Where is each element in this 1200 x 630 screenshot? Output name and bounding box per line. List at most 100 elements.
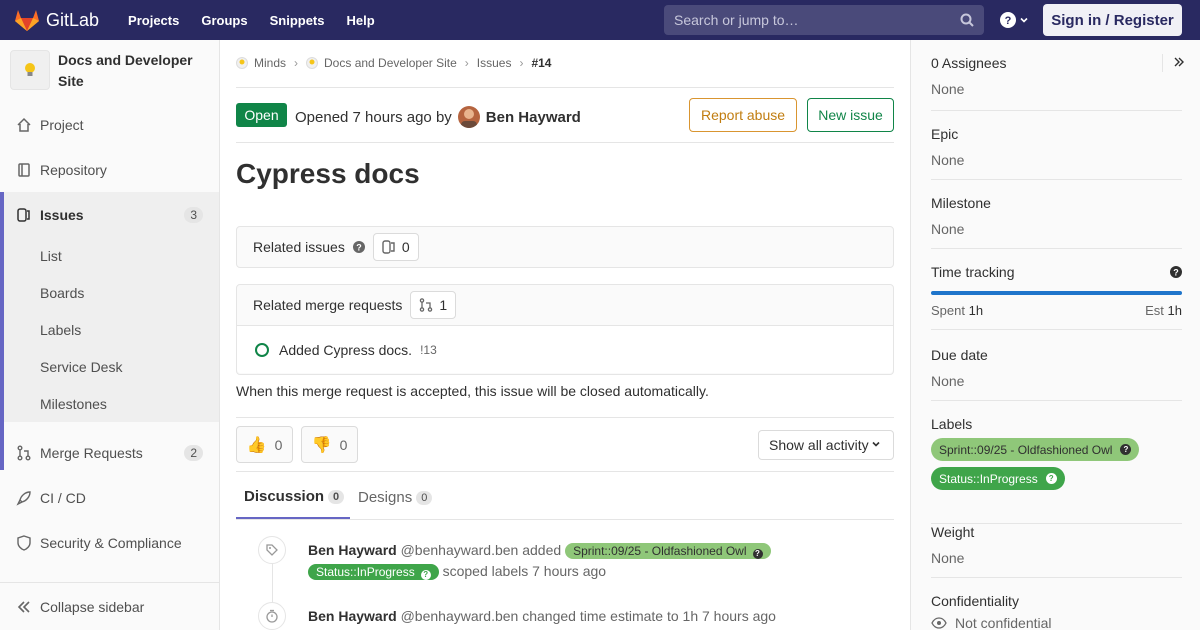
note-handle[interactable]: @benhayward.ben [401, 608, 519, 624]
eye-icon [931, 617, 947, 629]
related-mr-row[interactable]: Added Cypress docs. !13 [237, 325, 893, 373]
left-sidebar: Docs and Developer Site Project Reposito… [0, 40, 220, 630]
sidebar-item-project[interactable]: Project [0, 102, 219, 147]
breadcrumb-minds[interactable]: Minds [254, 56, 286, 70]
avatar[interactable] [457, 106, 480, 128]
sidebar-sub-milestones[interactable]: Milestones [4, 385, 219, 422]
system-note: Ben Hayward @benhayward.ben added Sprint… [308, 540, 868, 582]
est-value: 1h [1167, 303, 1182, 318]
new-issue-button[interactable]: New issue [807, 98, 894, 132]
activity-filter-dropdown[interactable]: Show all activity [758, 430, 894, 460]
nav-snippets[interactable]: Snippets [270, 13, 325, 28]
spent-value: 1h [968, 303, 984, 318]
note-author[interactable]: Ben Hayward [308, 542, 397, 558]
thumbs-down-icon: 👎 [311, 436, 332, 454]
search-icon [960, 13, 974, 27]
chevron-down-icon [872, 441, 880, 447]
svg-text:?: ? [1173, 268, 1179, 278]
sidebar-item-issues[interactable]: Issues 3 [0, 192, 219, 237]
related-mr-header: Related merge requests 1 [237, 285, 893, 325]
note-text: changed time estimate to 1h 7 hours ago [522, 608, 776, 624]
thumbs-up-button[interactable]: 👍 0 [236, 426, 293, 463]
divider [236, 142, 894, 143]
labels-title: Labels [931, 416, 973, 432]
sidebar-item-label: Repository [40, 161, 107, 178]
gitlab-logo-icon [15, 10, 39, 31]
sidebar-sub-list[interactable]: List [4, 237, 219, 274]
sidebar-sub-labels[interactable]: Labels [4, 311, 219, 348]
help-dropdown[interactable]: ? [1000, 12, 1029, 28]
note-handle[interactable]: @benhayward.ben [401, 542, 519, 558]
sidebar-item-security[interactable]: Security & Compliance [0, 520, 219, 565]
related-mr-count-pill: 1 [410, 291, 457, 319]
merge-request-icon [420, 298, 433, 312]
author-link[interactable]: Ben Hayward [486, 109, 581, 126]
breadcrumb-issue-id[interactable]: #14 [531, 56, 551, 70]
due-date-value: None [931, 373, 965, 389]
sidebar-label[interactable]: Status::InProgress ? [931, 467, 1065, 490]
gitlab-logo-link[interactable]: GitLab [14, 8, 99, 32]
weight-block: Weight None [931, 524, 1182, 578]
collapse-sidebar-button[interactable]: Collapse sidebar [0, 582, 219, 630]
book-icon [16, 162, 32, 178]
activity-filter-label: Show all activity [769, 437, 869, 453]
nav-groups[interactable]: Groups [201, 13, 247, 28]
milestone-block: Milestone None [931, 195, 1182, 249]
tab-label: Designs [358, 489, 413, 506]
project-header[interactable]: Docs and Developer Site [0, 40, 219, 102]
time-tracking-title: Time tracking [931, 264, 1015, 280]
question-icon: ? [420, 570, 431, 580]
report-abuse-button[interactable]: Report abuse [689, 98, 797, 132]
rocket-icon [16, 490, 32, 506]
nav-projects[interactable]: Projects [128, 13, 179, 28]
sidebar-item-label: Issues [40, 206, 84, 223]
confidentiality-value: Not confidential [955, 615, 1052, 630]
auto-close-notice: When this merge request is accepted, thi… [236, 383, 709, 399]
divider [236, 417, 894, 418]
scoped-label[interactable]: Sprint::09/25 - Oldfashioned Owl? [565, 543, 771, 559]
note-tail: scoped labels 7 hours ago [442, 563, 607, 579]
sidebar-label[interactable]: Sprint::09/25 - Oldfashioned Owl ? [931, 438, 1140, 461]
est-label: Est [1145, 303, 1164, 318]
question-icon[interactable]: ? [352, 241, 365, 253]
tab-designs[interactable]: Designs 0 [358, 476, 433, 519]
mr-reference: !13 [420, 342, 437, 357]
home-icon [16, 117, 32, 133]
assignees-title: 0 Assignees [931, 55, 1007, 71]
tab-discussion[interactable]: Discussion 0 [236, 476, 350, 519]
sidebar-sub-service-desk[interactable]: Service Desk [4, 348, 219, 385]
system-note: Ben Hayward @benhayward.ben changed time… [308, 606, 776, 627]
question-icon[interactable]: ? [1170, 266, 1182, 278]
sidebar-item-repository[interactable]: Repository [0, 147, 219, 192]
scoped-label[interactable]: Status::InProgress? [308, 564, 439, 580]
sidebar-item-merge-requests[interactable]: Merge Requests 2 [0, 430, 219, 475]
breadcrumb-issues[interactable]: Issues [477, 56, 512, 70]
milestone-value: None [931, 221, 965, 237]
tag-icon [258, 536, 286, 564]
thumbs-down-count: 0 [339, 436, 348, 453]
nav-help[interactable]: Help [347, 13, 375, 28]
merge-requests-count-badge: 2 [184, 444, 203, 461]
sidebar-item-ci-cd[interactable]: CI / CD [0, 475, 219, 520]
mr-title[interactable]: Added Cypress docs. [279, 342, 412, 358]
related-issues-count-pill: 0 [372, 233, 419, 261]
thumbs-down-button[interactable]: 👎 0 [301, 426, 358, 463]
breadcrumb: Minds › Docs and Developer Site › Issues… [236, 56, 551, 70]
svg-text:?: ? [1005, 15, 1012, 27]
breadcrumb-project[interactable]: Docs and Developer Site [324, 56, 457, 70]
label-text: Status::InProgress [316, 565, 415, 579]
search-input[interactable]: Search or jump to… [664, 5, 984, 35]
sidebar-item-label: Project [40, 116, 84, 133]
assignees-value: None [931, 81, 965, 97]
breadcrumb-separator: › [464, 56, 469, 70]
note-author[interactable]: Ben Hayward [308, 608, 397, 624]
related-mr-card: Related merge requests 1 Added Cypress d… [236, 284, 894, 375]
tab-count: 0 [416, 490, 433, 505]
related-issues-count: 0 [401, 239, 410, 255]
question-icon: ? [752, 549, 763, 559]
lightbulb-icon [236, 57, 248, 69]
breadcrumb-separator: › [519, 56, 524, 70]
confidentiality-row: Not confidential [931, 615, 1182, 630]
sign-in-button[interactable]: Sign in / Register [1043, 4, 1182, 36]
sidebar-sub-boards[interactable]: Boards [4, 274, 219, 311]
